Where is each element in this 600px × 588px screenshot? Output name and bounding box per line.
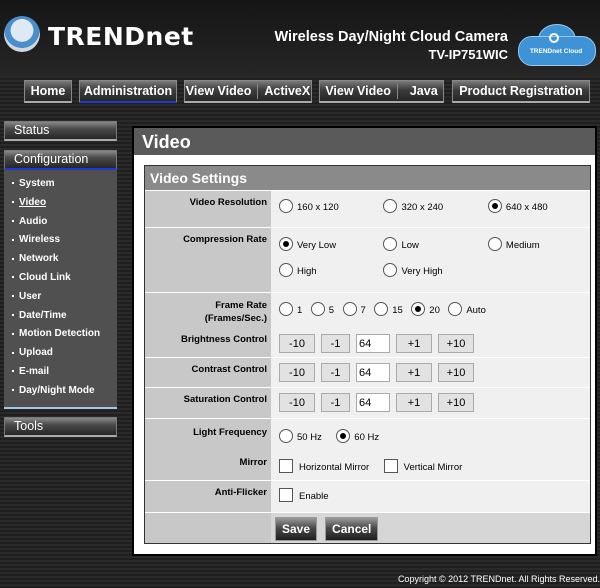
save-button[interactable]: Save <box>275 517 318 541</box>
saturation-plus-10-button[interactable]: +10 <box>438 393 474 412</box>
brightness-minus-1-button[interactable]: -1 <box>321 334 350 353</box>
anti-flicker-enable-checkbox[interactable]: Enable <box>279 488 329 502</box>
sidebar-item-user[interactable]: User <box>4 288 117 307</box>
sidebar-item-video[interactable]: Video <box>4 194 117 213</box>
frame-rate-7-radio[interactable]: 7 <box>342 302 366 316</box>
sidebar-item-network[interactable]: Network <box>4 250 117 269</box>
contrast-input[interactable]: 64 <box>356 363 390 382</box>
sidebar: Status Configuration System Video Audio … <box>4 121 117 437</box>
sidebar-tools[interactable]: Tools <box>4 416 117 437</box>
anti-flicker-row: Anti-Flicker Enable <box>145 480 590 512</box>
saturation-minus-10-button[interactable]: -10 <box>279 393 315 412</box>
actions-row: Save Cancel <box>145 512 590 543</box>
contrast-label: Contrast Control <box>145 358 271 387</box>
section-title: Video Settings <box>145 166 590 190</box>
compression-very-low-radio[interactable]: Very Low <box>279 237 379 251</box>
cancel-button[interactable]: Cancel <box>325 517 379 541</box>
nav-administration[interactable]: Administration <box>79 80 177 103</box>
copyright-footer: Copyright © 2012 TRENDnet. All Rights Re… <box>397 574 600 584</box>
saturation-row: Saturation Control -10 -1 64 +1 +10 <box>145 387 590 418</box>
sidebar-item-upload[interactable]: Upload <box>4 344 117 363</box>
brightness-input[interactable]: 64 <box>356 334 390 353</box>
resolution-160x120-radio[interactable]: 160 x 120 <box>279 199 379 213</box>
compression-low-radio[interactable]: Low <box>383 237 483 251</box>
nav-home[interactable]: Home <box>24 80 72 103</box>
sidebar-item-email[interactable]: E-mail <box>4 363 117 382</box>
video-resolution-row: Video Resolution 160 x 120 320 x 240 640… <box>145 190 590 227</box>
product-title: Wireless Day/Night Cloud Camera <box>274 29 508 45</box>
sidebar-item-motion-detection[interactable]: Motion Detection <box>4 325 117 344</box>
horizontal-mirror-checkbox[interactable]: Horizontal Mirror <box>279 459 369 473</box>
trendnet-cloud-badge: TRENDnet Cloud <box>518 24 596 66</box>
contrast-minus-1-button[interactable]: -1 <box>321 363 350 382</box>
cloud-logo-icon <box>549 33 559 43</box>
sidebar-item-cloud-link[interactable]: Cloud Link <box>4 269 117 288</box>
sidebar-configuration[interactable]: Configuration <box>4 150 117 170</box>
page-title: Video <box>134 128 595 155</box>
saturation-minus-1-button[interactable]: -1 <box>321 393 350 412</box>
frame-rate-brightness-group: Frame Rate (Frames/Sec.) Brightness Cont… <box>145 292 590 357</box>
sidebar-status[interactable]: Status <box>4 121 117 141</box>
compression-rate-label: Compression Rate <box>145 228 271 292</box>
trendnet-logo-icon <box>4 16 40 52</box>
frame-rate-5-radio[interactable]: 5 <box>310 302 334 316</box>
frame-rate-label: Frame Rate <box>215 300 267 311</box>
saturation-label: Saturation Control <box>145 388 271 418</box>
header: TRENDnet Wireless Day/Night Cloud Camera… <box>0 0 600 76</box>
brightness-label: Brightness Control <box>180 334 267 345</box>
sidebar-item-wireless[interactable]: Wireless <box>4 231 117 250</box>
brightness-minus-10-button[interactable]: -10 <box>279 334 315 353</box>
video-settings-panel: Video Settings Video Resolution 160 x 12… <box>144 165 591 544</box>
contrast-minus-10-button[interactable]: -10 <box>279 363 315 382</box>
saturation-plus-1-button[interactable]: +1 <box>396 393 432 412</box>
configuration-menu: System Video Audio Wireless Network Clou… <box>4 170 117 409</box>
saturation-input[interactable]: 64 <box>356 393 390 412</box>
frame-rate-15-radio[interactable]: 15 <box>374 302 403 316</box>
resolution-640x480-radio[interactable]: 640 x 480 <box>487 199 548 213</box>
mirror-label: Mirror <box>239 457 267 468</box>
sidebar-item-audio[interactable]: Audio <box>4 213 117 232</box>
product-model: TV-IP751WIC <box>428 47 508 62</box>
nav-view-video-activex[interactable]: View Video ActiveX <box>184 80 312 103</box>
compression-high-radio[interactable]: High <box>279 263 379 277</box>
video-resolution-label: Video Resolution <box>145 191 271 227</box>
resolution-320x240-radio[interactable]: 320 x 240 <box>383 199 483 213</box>
brightness-controls: -10 -1 64 +1 +10 <box>279 334 590 353</box>
anti-flicker-label: Anti-Flicker <box>145 481 271 512</box>
frame-rate-1-radio[interactable]: 1 <box>279 302 302 316</box>
light-frequency-label: Light Frequency <box>193 427 267 438</box>
contrast-row: Contrast Control -10 -1 64 +1 +10 <box>145 357 590 387</box>
light-frequency-60hz-radio[interactable]: 60 Hz <box>336 429 379 443</box>
sidebar-item-date-time[interactable]: Date/Time <box>4 307 117 326</box>
main-panel: Video Video Settings Video Resolution 16… <box>132 126 597 556</box>
brightness-plus-1-button[interactable]: +1 <box>396 334 432 353</box>
vertical-mirror-checkbox[interactable]: Vertical Mirror <box>383 459 462 473</box>
brightness-plus-10-button[interactable]: +10 <box>438 334 474 353</box>
frame-rate-auto-radio[interactable]: Auto <box>448 302 486 316</box>
light-frequency-50hz-radio[interactable]: 50 Hz <box>279 429 322 443</box>
compression-medium-radio[interactable]: Medium <box>487 237 540 251</box>
frame-rate-20-radio[interactable]: 20 <box>411 302 440 316</box>
brand-logo-text: TRENDnet <box>48 22 194 51</box>
nav-product-registration[interactable]: Product Registration <box>452 80 590 103</box>
sidebar-item-system[interactable]: System <box>4 175 117 194</box>
contrast-plus-1-button[interactable]: +1 <box>396 363 432 382</box>
sidebar-item-day-night-mode[interactable]: Day/Night Mode <box>4 382 117 401</box>
frame-rate-unit-label: (Frames/Sec.) <box>204 313 267 324</box>
top-navigation: Home Administration View Video ActiveX Vi… <box>0 80 600 106</box>
nav-view-video-java[interactable]: View Video Java <box>319 80 444 103</box>
contrast-plus-10-button[interactable]: +10 <box>438 363 474 382</box>
compression-very-high-radio[interactable]: Very High <box>383 263 443 277</box>
light-frequency-mirror-group: Light Frequency Mirror 50 Hz 60 Hz Horiz… <box>145 418 590 480</box>
compression-rate-row: Compression Rate Very Low Low Medium Hig… <box>145 227 590 292</box>
